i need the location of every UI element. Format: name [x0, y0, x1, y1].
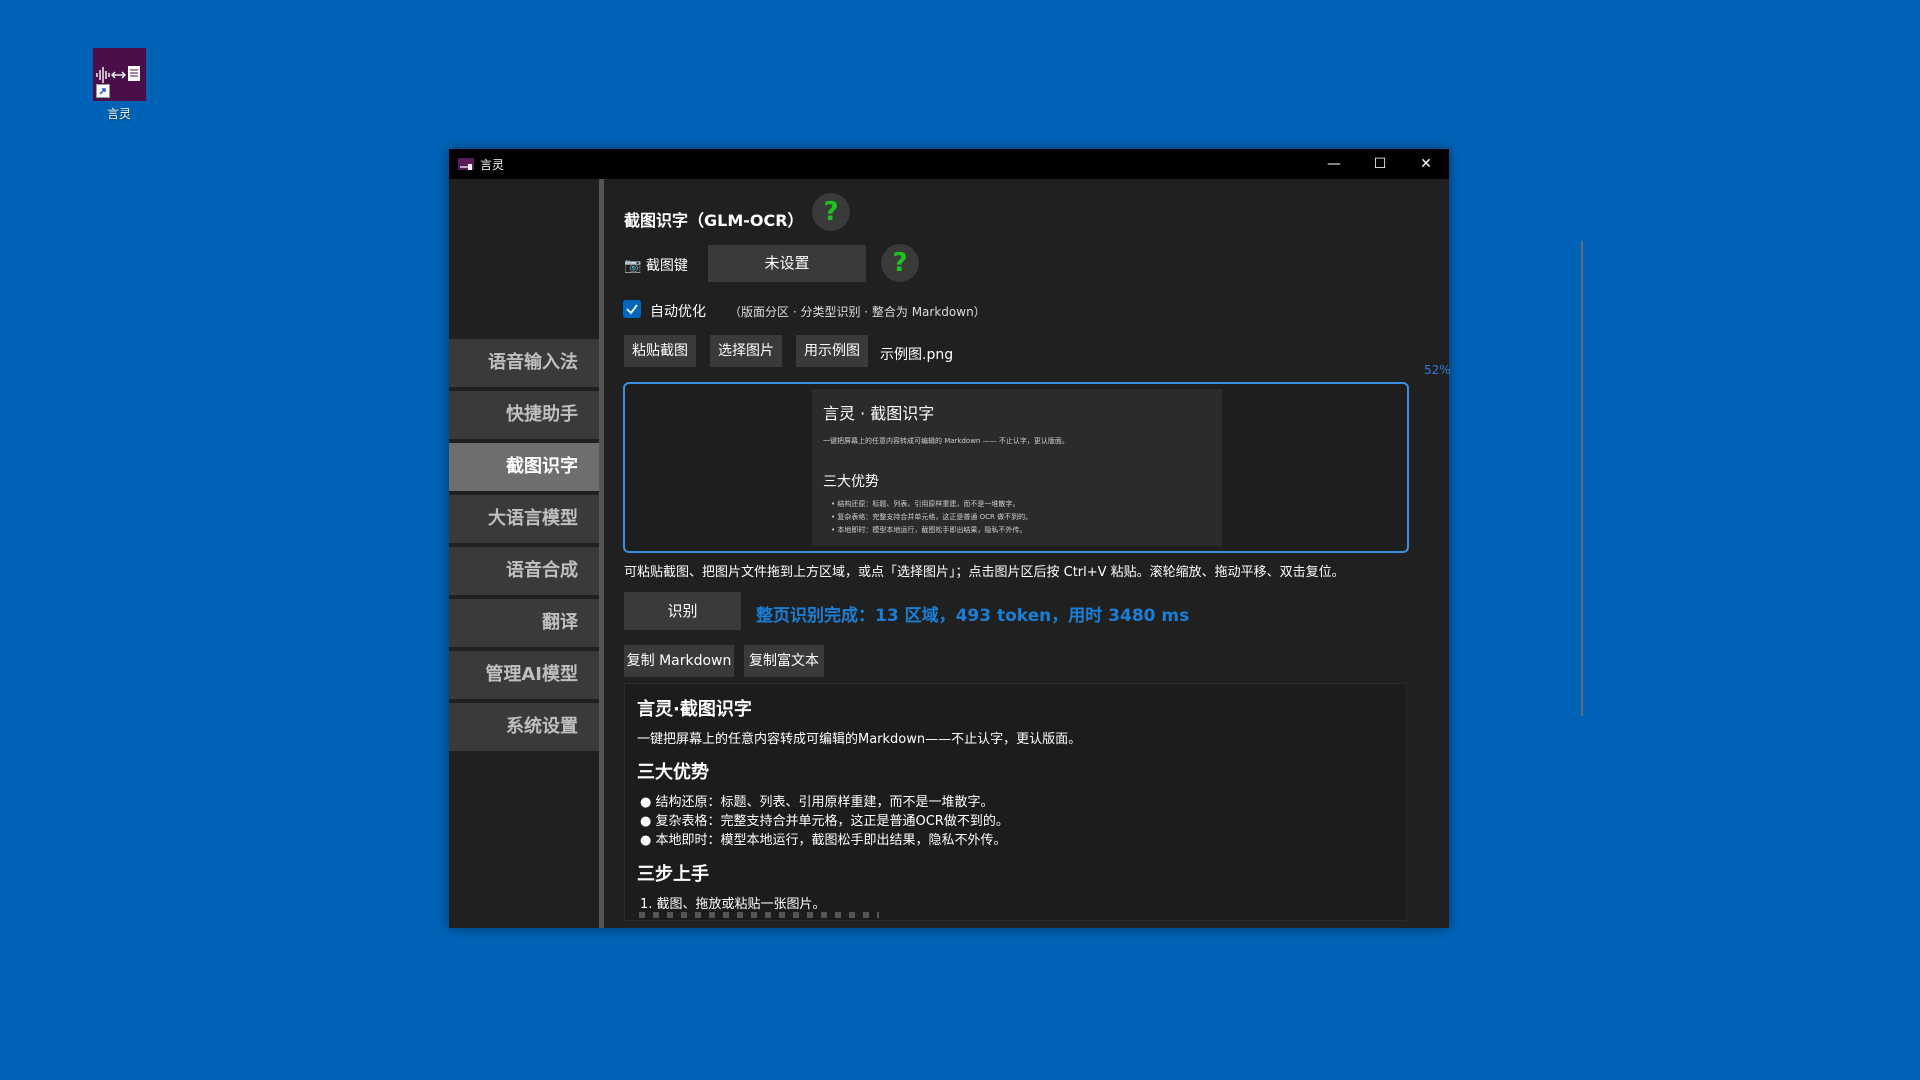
- sidebar: 语音输入法 快捷助手 截图识字 大语言模型 语音合成 翻译 管理AI模型 系统设…: [449, 179, 599, 928]
- auto-optimize-description: （版面分区 · 分类型识别 · 整合为 Markdown）: [729, 305, 986, 319]
- app-logo-icon: [92, 48, 146, 101]
- vertical-scrollbar[interactable]: [1581, 241, 1583, 716]
- sidebar-item-tts[interactable]: 语音合成: [449, 547, 599, 595]
- result-truncated-line: [639, 912, 879, 918]
- sidebar-item-manage-ai-models[interactable]: 管理AI模型: [449, 651, 599, 699]
- preview-subtitle: 一键把屏幕上的任意内容转成可编辑的 Markdown —— 不止认字，更认版面。: [823, 437, 1069, 445]
- camera-icon: 📷: [624, 258, 642, 274]
- image-preview-area[interactable]: 言灵 · 截图识字 一键把屏幕上的任意内容转成可编辑的 Markdown —— …: [623, 382, 1409, 553]
- sidebar-item-screenshot-ocr[interactable]: 截图识字: [449, 443, 599, 491]
- recognition-status: 整页识别完成：13 区域，493 token，用时 3480 ms: [756, 606, 1190, 626]
- result-list-item: 1. 截图、拖放或粘贴一张图片。: [640, 897, 826, 912]
- sidebar-item-system-settings[interactable]: 系统设置: [449, 703, 599, 751]
- paste-screenshot-button[interactable]: 粘贴截图: [624, 335, 696, 367]
- preview-heading: 三大优势: [823, 474, 879, 490]
- result-paragraph: 一键把屏幕上的任意内容转成可编辑的Markdown——不止认字，更认版面。: [637, 732, 1082, 747]
- desktop-icon-label: 言灵: [106, 107, 131, 121]
- preview-list-item: • 结构还原：标题、列表、引用原样重建，而不是一堆散字。: [831, 500, 1020, 508]
- shortcut-arrow-icon: [95, 84, 110, 98]
- use-sample-button[interactable]: 用示例图: [796, 335, 868, 367]
- sidebar-item-translate[interactable]: 翻译: [449, 599, 599, 647]
- copy-markdown-button[interactable]: 复制 Markdown: [624, 645, 734, 677]
- hotkey-help-icon[interactable]: ?: [881, 244, 919, 282]
- preview-list-item: • 复杂表格：完整支持合并单元格，这正是普通 OCR 做不到的。: [831, 513, 1033, 521]
- result-heading-2: 三步上手: [637, 864, 709, 885]
- result-list-item: ● 复杂表格：完整支持合并单元格，这正是普通OCR做不到的。: [640, 814, 1009, 829]
- app-window: 言灵 — ☐ ✕ 语音输入法 快捷助手 截图识字 大语言模型 语音合成 翻译 管…: [449, 149, 1583, 928]
- window-title: 言灵: [480, 157, 505, 172]
- filename-label: 示例图.png: [880, 347, 954, 363]
- preview-image: 言灵 · 截图识字 一键把屏幕上的任意内容转成可编辑的 Markdown —— …: [812, 389, 1222, 546]
- result-list-item: ● 本地即时：模型本地运行，截图松手即出结果，隐私不外传。: [640, 833, 1007, 848]
- auto-optimize-checkbox[interactable]: [623, 300, 641, 318]
- zoom-level: 52%: [1424, 363, 1451, 377]
- sidebar-item-voice-input[interactable]: 语音输入法: [449, 339, 599, 387]
- ocr-result-view[interactable]: 言灵·截图识字 一键把屏幕上的任意内容转成可编辑的Markdown——不止认字，…: [624, 683, 1407, 921]
- close-button[interactable]: ✕: [1403, 149, 1449, 179]
- help-icon[interactable]: ?: [812, 193, 850, 231]
- preview-title: 言灵 · 截图识字: [823, 404, 935, 423]
- title-bar[interactable]: 言灵 — ☐ ✕: [449, 149, 1449, 179]
- sidebar-item-quick-assistant[interactable]: 快捷助手: [449, 391, 599, 439]
- hotkey-label: 截图键: [645, 258, 688, 274]
- main-panel: 截图识字（GLM-OCR） ? 📷 截图键 未设置 ? 自动优化 （版面分区 ·…: [604, 179, 1583, 928]
- result-heading-2: 三大优势: [637, 762, 709, 783]
- maximize-button[interactable]: ☐: [1357, 149, 1403, 179]
- auto-optimize-label: 自动优化: [650, 304, 706, 320]
- copy-rich-text-button[interactable]: 复制富文本: [744, 645, 824, 677]
- desktop-shortcut[interactable]: 言灵: [88, 48, 150, 122]
- hotkey-label-row: 📷 截图键: [624, 255, 688, 275]
- choose-image-button[interactable]: 选择图片: [710, 335, 782, 367]
- preview-list-item: • 本地即时：模型本地运行，截图松手即出结果，隐私不外传。: [831, 526, 1027, 534]
- hotkey-button[interactable]: 未设置: [708, 245, 866, 282]
- minimize-button[interactable]: —: [1311, 149, 1357, 179]
- recognize-button[interactable]: 识别: [624, 592, 741, 630]
- page-title: 截图识字（GLM-OCR）: [624, 211, 804, 230]
- usage-hint: 可粘贴截图、把图片文件拖到上方区域，或点「选择图片」；点击图片区后按 Ctrl+…: [624, 565, 1345, 580]
- app-icon: [458, 158, 474, 170]
- sidebar-item-llm[interactable]: 大语言模型: [449, 495, 599, 543]
- result-list-item: ● 结构还原：标题、列表、引用原样重建，而不是一堆散字。: [640, 795, 994, 810]
- result-heading-1: 言灵·截图识字: [637, 699, 752, 720]
